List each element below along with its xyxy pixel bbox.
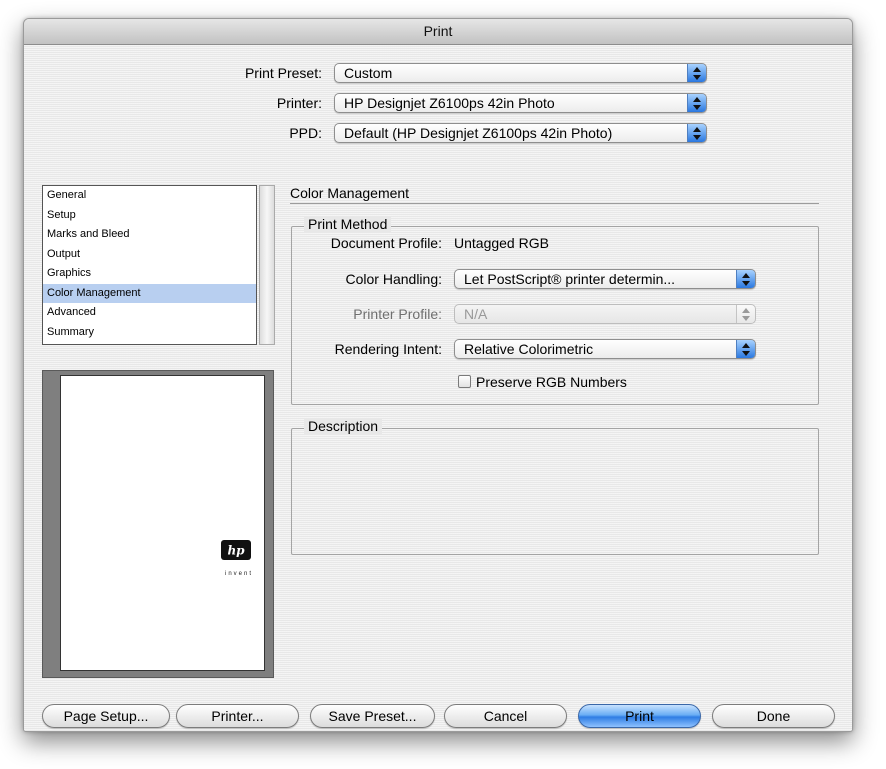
ppd-label: PPD:	[289, 125, 322, 141]
hp-tagline: invent	[224, 571, 253, 577]
ppd-value: Default (HP Designjet Z6100ps 42in Photo…	[344, 125, 613, 141]
list-item-general[interactable]: General	[43, 186, 256, 206]
category-list: General Setup Marks and Bleed Output Gra…	[42, 185, 257, 345]
printer-label: Printer:	[276, 95, 322, 111]
done-button[interactable]: Done	[712, 704, 835, 728]
color-handling-popup[interactable]: Let PostScript® printer determin...	[454, 269, 756, 289]
rendering-intent-popup[interactable]: Relative Colorimetric	[454, 339, 756, 359]
dialog-content: Print Preset: Custom Printer: HP Designj…	[24, 45, 852, 731]
rendering-intent-value: Relative Colorimetric	[464, 341, 594, 357]
hp-logo-text: hp	[227, 544, 245, 558]
list-item-marks-and-bleed[interactable]: Marks and Bleed	[43, 225, 256, 245]
document-profile-label: Document Profile:	[330, 235, 442, 251]
list-item-summary[interactable]: Summary	[43, 323, 256, 343]
list-scrollbar[interactable]	[259, 185, 275, 345]
printer-profile-label: Printer Profile:	[353, 306, 442, 322]
print-dialog: Print Print Preset: Custom Printer: HP D…	[23, 18, 853, 732]
hp-logo-icon: hp	[221, 540, 251, 560]
color-handling-value: Let PostScript® printer determin...	[464, 271, 676, 287]
list-item-graphics[interactable]: Graphics	[43, 264, 256, 284]
printer-popup[interactable]: HP Designjet Z6100ps 42in Photo	[334, 93, 707, 113]
print-method-title: Print Method	[304, 216, 392, 232]
page-preview: hp invent	[42, 370, 274, 678]
panel-title-divider	[290, 203, 819, 204]
list-item-setup[interactable]: Setup	[43, 206, 256, 226]
description-group	[291, 428, 819, 555]
list-item-color-management[interactable]: Color Management	[43, 283, 256, 303]
printer-button[interactable]: Printer...	[176, 704, 299, 728]
list-item-output[interactable]: Output	[43, 245, 256, 265]
preserve-rgb-label[interactable]: Preserve RGB Numbers	[476, 374, 627, 390]
preserve-rgb-checkbox[interactable]	[458, 375, 471, 388]
popup-arrows-icon	[736, 305, 755, 323]
panel-title: Color Management	[290, 185, 410, 201]
document-profile-value: Untagged RGB	[454, 235, 549, 251]
window-title: Print	[24, 19, 852, 45]
printer-profile-popup: N/A	[454, 304, 756, 324]
popup-arrows-icon	[687, 94, 706, 112]
popup-arrows-icon	[687, 64, 706, 82]
cancel-button[interactable]: Cancel	[444, 704, 567, 728]
popup-arrows-icon	[736, 340, 755, 358]
page-setup-button[interactable]: Page Setup...	[42, 704, 170, 728]
ppd-popup[interactable]: Default (HP Designjet Z6100ps 42in Photo…	[334, 123, 707, 143]
list-item-advanced[interactable]: Advanced	[43, 303, 256, 323]
color-handling-label: Color Handling:	[345, 271, 443, 287]
description-title: Description	[304, 418, 383, 434]
rendering-intent-label: Rendering Intent:	[334, 341, 442, 357]
popup-arrows-icon	[736, 270, 755, 288]
print-button[interactable]: Print	[578, 704, 701, 728]
preview-paper: hp invent	[60, 375, 265, 671]
printer-value: HP Designjet Z6100ps 42in Photo	[344, 95, 555, 111]
printer-profile-value: N/A	[464, 306, 488, 322]
print-preset-label: Print Preset:	[244, 65, 322, 81]
popup-arrows-icon	[687, 124, 706, 142]
print-preset-value: Custom	[344, 65, 393, 81]
save-preset-button[interactable]: Save Preset...	[310, 704, 435, 728]
print-preset-popup[interactable]: Custom	[334, 63, 707, 83]
